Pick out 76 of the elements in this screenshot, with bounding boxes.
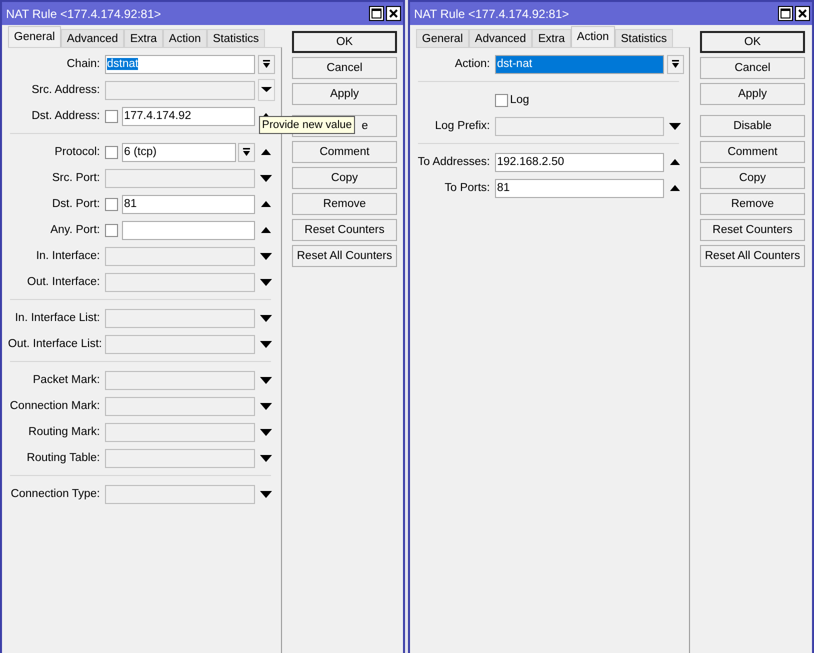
- field-label: Protocol:: [54, 146, 101, 158]
- dialog-button[interactable]: Remove: [292, 193, 397, 215]
- field-label: Chain:: [66, 58, 101, 70]
- negate-checkbox[interactable]: [105, 224, 118, 236]
- dialog-button[interactable]: Reset Counters: [700, 219, 805, 241]
- field-label: Src. Address:: [30, 84, 101, 96]
- input-field[interactable]: 6 (tcp): [122, 142, 236, 162]
- maximize-icon[interactable]: [778, 6, 793, 21]
- field-label: In. Interface:: [35, 250, 101, 262]
- dialog-button[interactable]: Comment: [700, 141, 805, 163]
- field-label: Log Prefix:: [434, 120, 491, 132]
- field-label: Connection Mark:: [8, 400, 101, 412]
- dialog-button[interactable]: Apply: [292, 83, 397, 105]
- negate-checkbox[interactable]: [105, 146, 118, 158]
- field-label: Src. Port:: [51, 172, 101, 184]
- dropdown-icon[interactable]: [238, 142, 255, 162]
- dialog-button[interactable]: Cancel: [292, 57, 397, 79]
- field-label: Dst. Port:: [51, 198, 101, 210]
- dropdown-icon[interactable]: [258, 54, 274, 74]
- expand-up-icon[interactable]: [670, 159, 680, 165]
- dialog-button[interactable]: Reset Counters: [292, 219, 397, 241]
- tab[interactable]: Advanced: [468, 29, 532, 47]
- tab[interactable]: Statistics: [206, 29, 265, 47]
- field-label: Any. Port:: [49, 224, 101, 236]
- field-label: Out. Interface:: [26, 276, 101, 288]
- input-field[interactable]: dstnat: [105, 54, 255, 74]
- dialog-button[interactable]: Reset All Counters: [700, 245, 805, 267]
- dialog-button[interactable]: Disable: [700, 115, 805, 137]
- expand-up-icon[interactable]: [261, 149, 271, 155]
- input-field[interactable]: 177.4.174.92: [122, 106, 255, 126]
- close-icon[interactable]: [795, 6, 810, 21]
- expand-up-icon[interactable]: [261, 227, 271, 233]
- window-title: NAT Rule <177.4.174.92:81>: [414, 6, 570, 20]
- checkbox-label: Log: [510, 94, 530, 106]
- dialog-button[interactable]: Cancel: [700, 57, 805, 79]
- maximize-icon[interactable]: [369, 6, 384, 21]
- dialog-button[interactable]: OK: [292, 31, 397, 53]
- input-field[interactable]: [122, 220, 255, 240]
- input-field[interactable]: 81: [122, 194, 255, 214]
- input-field[interactable]: 81: [495, 178, 664, 198]
- dialog-button[interactable]: Remove: [700, 193, 805, 215]
- tab[interactable]: General: [416, 29, 469, 47]
- field-label: Connection Type:: [10, 488, 101, 500]
- field-label: Dst. Address:: [30, 110, 101, 122]
- dialog-button[interactable]: Reset All Counters: [292, 245, 397, 267]
- dialog-button[interactable]: Apply: [700, 83, 805, 105]
- expand-up-icon[interactable]: [261, 201, 271, 207]
- input-field[interactable]: dst-nat: [495, 54, 664, 74]
- dialog-button[interactable]: OK: [700, 31, 805, 53]
- field-label: Routing Mark:: [27, 426, 101, 438]
- dialog-button[interactable]: Comment: [292, 141, 397, 163]
- tab[interactable]: Extra: [532, 29, 571, 47]
- dialog-button[interactable]: Copy: [292, 167, 397, 189]
- tab[interactable]: Action: [162, 29, 207, 47]
- field-label: To Addresses:: [416, 156, 491, 168]
- field-label: Routing Table:: [26, 452, 101, 464]
- tab[interactable]: Action: [570, 26, 615, 47]
- field-label: To Ports:: [444, 182, 491, 194]
- negate-checkbox[interactable]: [105, 110, 118, 122]
- dialog-button[interactable]: Copy: [700, 167, 805, 189]
- expand-up-icon[interactable]: [670, 185, 680, 191]
- negate-checkbox[interactable]: [105, 198, 118, 210]
- tab[interactable]: General: [8, 26, 61, 47]
- close-icon[interactable]: [386, 6, 401, 21]
- tab[interactable]: Statistics: [614, 29, 673, 47]
- dropdown-icon[interactable]: [666, 54, 684, 74]
- checkbox[interactable]: [495, 94, 508, 106]
- tab[interactable]: Advanced: [60, 29, 124, 47]
- tab[interactable]: Extra: [124, 29, 163, 47]
- input-field[interactable]: 192.168.2.50: [495, 152, 664, 172]
- field-label: Action:: [454, 58, 491, 70]
- field-label: In. Interface List:: [14, 312, 101, 324]
- field-label: Out. Interface List:: [8, 338, 103, 350]
- window-title: NAT Rule <177.4.174.92:81>: [6, 6, 162, 20]
- field-label: Packet Mark:: [32, 374, 101, 386]
- tooltip: Provide new value: [259, 116, 355, 134]
